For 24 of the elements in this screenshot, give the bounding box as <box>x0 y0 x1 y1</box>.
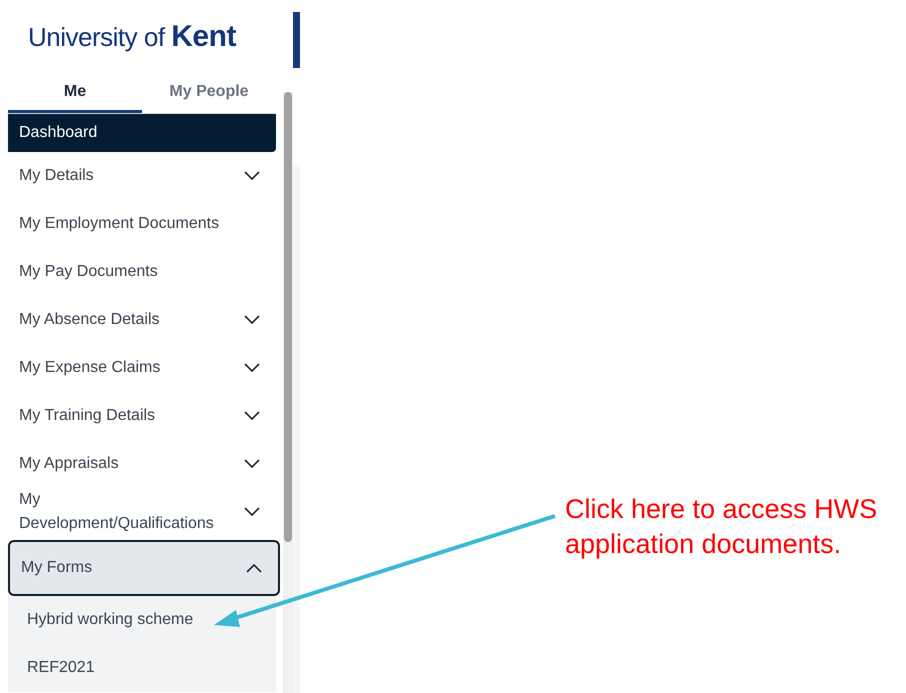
menu-item[interactable]: My Details <box>8 152 276 200</box>
menu-item[interactable]: My Expense Claims <box>8 344 276 392</box>
chevron-up-icon <box>246 563 262 573</box>
menu-item[interactable]: My Development/Qualifications <box>8 488 276 536</box>
chevron-down-icon <box>244 171 260 181</box>
callout-text: Click here to access HWS application documents. <box>565 493 878 561</box>
chevron-down-icon <box>244 507 260 517</box>
menu-item[interactable]: My Appraisals <box>8 440 276 488</box>
menu-item[interactable]: My Training Details <box>8 392 276 440</box>
tab[interactable]: My People <box>142 74 276 113</box>
menu-item[interactable]: Dashboard <box>8 114 276 152</box>
chevron-down-icon <box>244 315 260 325</box>
menu-item[interactable]: My Pay Documents <box>8 248 276 296</box>
chevron-down-icon <box>244 459 260 469</box>
menu-item[interactable]: My Forms <box>8 540 280 596</box>
header-bar <box>293 12 300 68</box>
menu-item[interactable]: My Employment Documents <box>8 200 276 248</box>
chevron-down-icon <box>244 411 260 421</box>
menu-item[interactable]: My Absence Details <box>8 296 276 344</box>
submenu-item[interactable]: Hybrid working scheme <box>8 596 276 644</box>
scrollbar-thumb[interactable] <box>284 92 292 542</box>
submenu-item[interactable]: REF2021 <box>8 644 276 692</box>
chevron-down-icon <box>244 363 260 373</box>
university-logo: University of Kent <box>27 19 238 55</box>
